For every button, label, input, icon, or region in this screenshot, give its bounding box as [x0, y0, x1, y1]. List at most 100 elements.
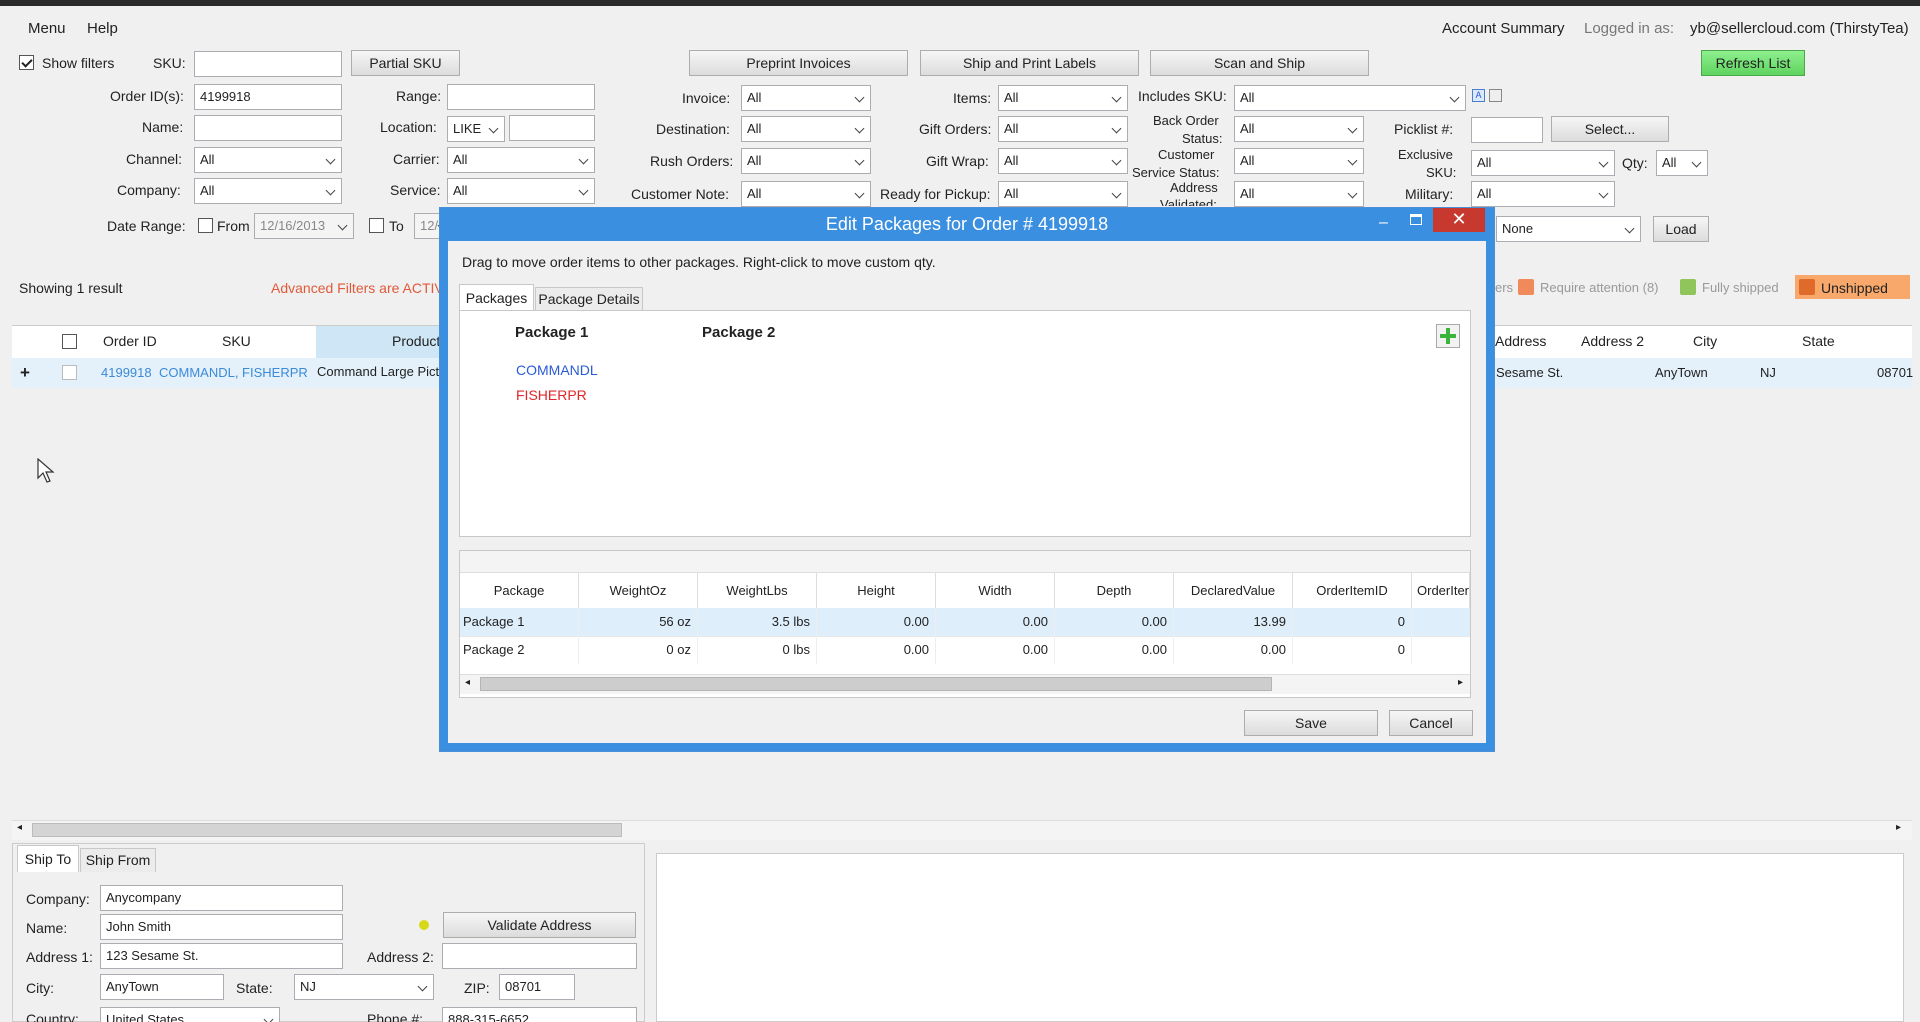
save-button[interactable]: Save — [1244, 710, 1378, 736]
maximize-icon[interactable] — [1410, 214, 1422, 225]
includes-sku-select[interactable]: All — [1234, 85, 1466, 111]
expand-row-icon[interactable]: + — [20, 363, 30, 383]
cancel-button[interactable]: Cancel — [1389, 710, 1473, 736]
row1-weight-oz[interactable]: 56 oz — [579, 608, 698, 636]
menu-help[interactable]: Help — [87, 20, 118, 37]
col-address[interactable]: Address — [1495, 333, 1546, 349]
qty-select[interactable]: All — [1656, 150, 1708, 176]
table-scroll-right-icon[interactable]: ▸ — [1458, 677, 1463, 688]
gift-orders-select[interactable]: All — [998, 116, 1128, 142]
location-input[interactable] — [509, 115, 595, 141]
row-order-id-link[interactable]: 4199918 — [101, 365, 152, 380]
col-weight-lbs[interactable]: WeightLbs — [698, 573, 817, 608]
zip-field[interactable]: 08701 — [499, 974, 575, 1000]
items-select[interactable]: All — [998, 85, 1128, 111]
row2-weight-oz[interactable]: 0 oz — [579, 636, 698, 664]
date-to-checkbox[interactable] — [369, 218, 384, 233]
load-button[interactable]: Load — [1653, 216, 1709, 242]
col-depth[interactable]: Depth — [1055, 573, 1174, 608]
require-attention-filter[interactable]: Require attention (8) — [1540, 280, 1659, 295]
phone-field[interactable]: 888-315-6652 — [442, 1007, 637, 1022]
address1-field[interactable]: 123 Sesame St. — [100, 943, 343, 969]
col-sku[interactable]: SKU — [222, 333, 251, 349]
channel-select[interactable]: All — [194, 147, 342, 173]
col-order-item-id[interactable]: OrderItemID — [1293, 573, 1412, 608]
sku-search-icon[interactable] — [1489, 89, 1502, 102]
tab-package-details[interactable]: Package Details — [535, 287, 643, 311]
scroll-left-icon[interactable]: ◂ — [17, 822, 22, 833]
validate-address-button[interactable]: Validate Address — [443, 912, 636, 938]
scan-and-ship-button[interactable]: Scan and Ship — [1150, 50, 1369, 76]
exclusive-sku-select[interactable]: All — [1471, 150, 1615, 176]
company-field[interactable]: Anycompany — [100, 885, 343, 911]
row1-declared-value[interactable]: 13.99 — [1174, 608, 1293, 636]
customer-service-select[interactable]: All — [1234, 148, 1364, 174]
address2-field[interactable] — [442, 943, 637, 969]
row1-width[interactable]: 0.00 — [936, 608, 1055, 636]
picklist-select-button[interactable]: Select... — [1551, 116, 1669, 142]
close-icon[interactable]: ✕ — [1433, 208, 1485, 232]
order-ids-input[interactable]: 4199918 — [194, 84, 342, 110]
name-field[interactable]: John Smith — [100, 914, 343, 940]
city-field[interactable]: AnyTown — [100, 974, 224, 1000]
country-select[interactable]: United States — [100, 1007, 280, 1022]
military-select[interactable]: All — [1471, 181, 1615, 207]
col-declared-value[interactable]: DeclaredValue — [1174, 573, 1293, 608]
refresh-list-button[interactable]: Refresh List — [1701, 50, 1805, 76]
col-order-id[interactable]: Order ID — [103, 333, 157, 349]
col-weight-oz[interactable]: WeightOz — [579, 573, 698, 608]
package1-item-commandl[interactable]: COMMANDL — [516, 362, 598, 378]
picklist-input[interactable] — [1471, 117, 1543, 143]
col-address2[interactable]: Address 2 — [1581, 333, 1644, 349]
ship-print-labels-button[interactable]: Ship and Print Labels — [920, 50, 1139, 76]
back-order-select[interactable]: All — [1234, 116, 1364, 142]
show-filters-checkbox[interactable] — [19, 55, 34, 70]
sku-a-icon[interactable]: A — [1472, 89, 1485, 102]
col-product[interactable]: Product — [392, 333, 440, 349]
row1-height[interactable]: 0.00 — [817, 608, 936, 636]
destination-select[interactable]: All — [741, 116, 871, 142]
range-input[interactable] — [447, 84, 595, 110]
row2-depth[interactable]: 0.00 — [1055, 636, 1174, 664]
table-scroll-left-icon[interactable]: ◂ — [465, 677, 470, 688]
service-select[interactable]: All — [447, 178, 595, 204]
col-state[interactable]: State — [1802, 333, 1835, 349]
row2-height[interactable]: 0.00 — [817, 636, 936, 664]
menu-menu[interactable]: Menu — [28, 20, 66, 37]
grid-hscrollbar-thumb[interactable] — [32, 823, 622, 837]
row-sku-link[interactable]: COMMANDL, FISHERPR — [159, 365, 308, 380]
carrier-select[interactable]: All — [447, 147, 595, 173]
tab-ship-from[interactable]: Ship From — [80, 848, 156, 872]
advanced-filters-notice[interactable]: Advanced Filters are ACTIV — [271, 280, 444, 296]
scroll-right-icon[interactable]: ▸ — [1896, 822, 1901, 833]
preprint-invoices-button[interactable]: Preprint Invoices — [689, 50, 908, 76]
location-operator-select[interactable]: LIKE — [447, 116, 505, 142]
row1-weight-lbs[interactable]: 3.5 lbs — [698, 608, 817, 636]
date-from-picker[interactable]: 12/16/2013 — [254, 213, 354, 239]
row2-width[interactable]: 0.00 — [936, 636, 1055, 664]
ready-pickup-select[interactable]: All — [998, 181, 1128, 207]
address-validated-select[interactable]: All — [1234, 181, 1364, 207]
col-package[interactable]: Package — [460, 573, 579, 608]
col-city[interactable]: City — [1693, 333, 1717, 349]
col-width[interactable]: Width — [936, 573, 1055, 608]
select-all-checkbox[interactable] — [62, 334, 77, 349]
date-from-checkbox[interactable] — [198, 218, 213, 233]
add-package-button[interactable] — [1436, 324, 1460, 348]
name-input[interactable] — [194, 115, 342, 141]
invoice-select[interactable]: All — [741, 85, 871, 111]
tab-ship-to[interactable]: Ship To — [17, 845, 79, 872]
state-select[interactable]: NJ — [294, 974, 434, 1000]
gift-wrap-select[interactable]: All — [998, 148, 1128, 174]
table-hscrollbar-thumb[interactable] — [480, 677, 1272, 691]
company-select[interactable]: All — [194, 178, 342, 204]
customer-note-select[interactable]: All — [741, 181, 871, 207]
account-summary-link[interactable]: Account Summary — [1442, 20, 1565, 37]
sku-input[interactable] — [194, 51, 342, 77]
fully-shipped-filter[interactable]: Fully shipped — [1702, 280, 1779, 295]
col-height[interactable]: Height — [817, 573, 936, 608]
saved-view-select[interactable]: None — [1496, 216, 1641, 242]
row-checkbox[interactable] — [62, 365, 77, 380]
rush-orders-select[interactable]: All — [741, 148, 871, 174]
minimize-icon[interactable]: – — [1379, 214, 1388, 232]
